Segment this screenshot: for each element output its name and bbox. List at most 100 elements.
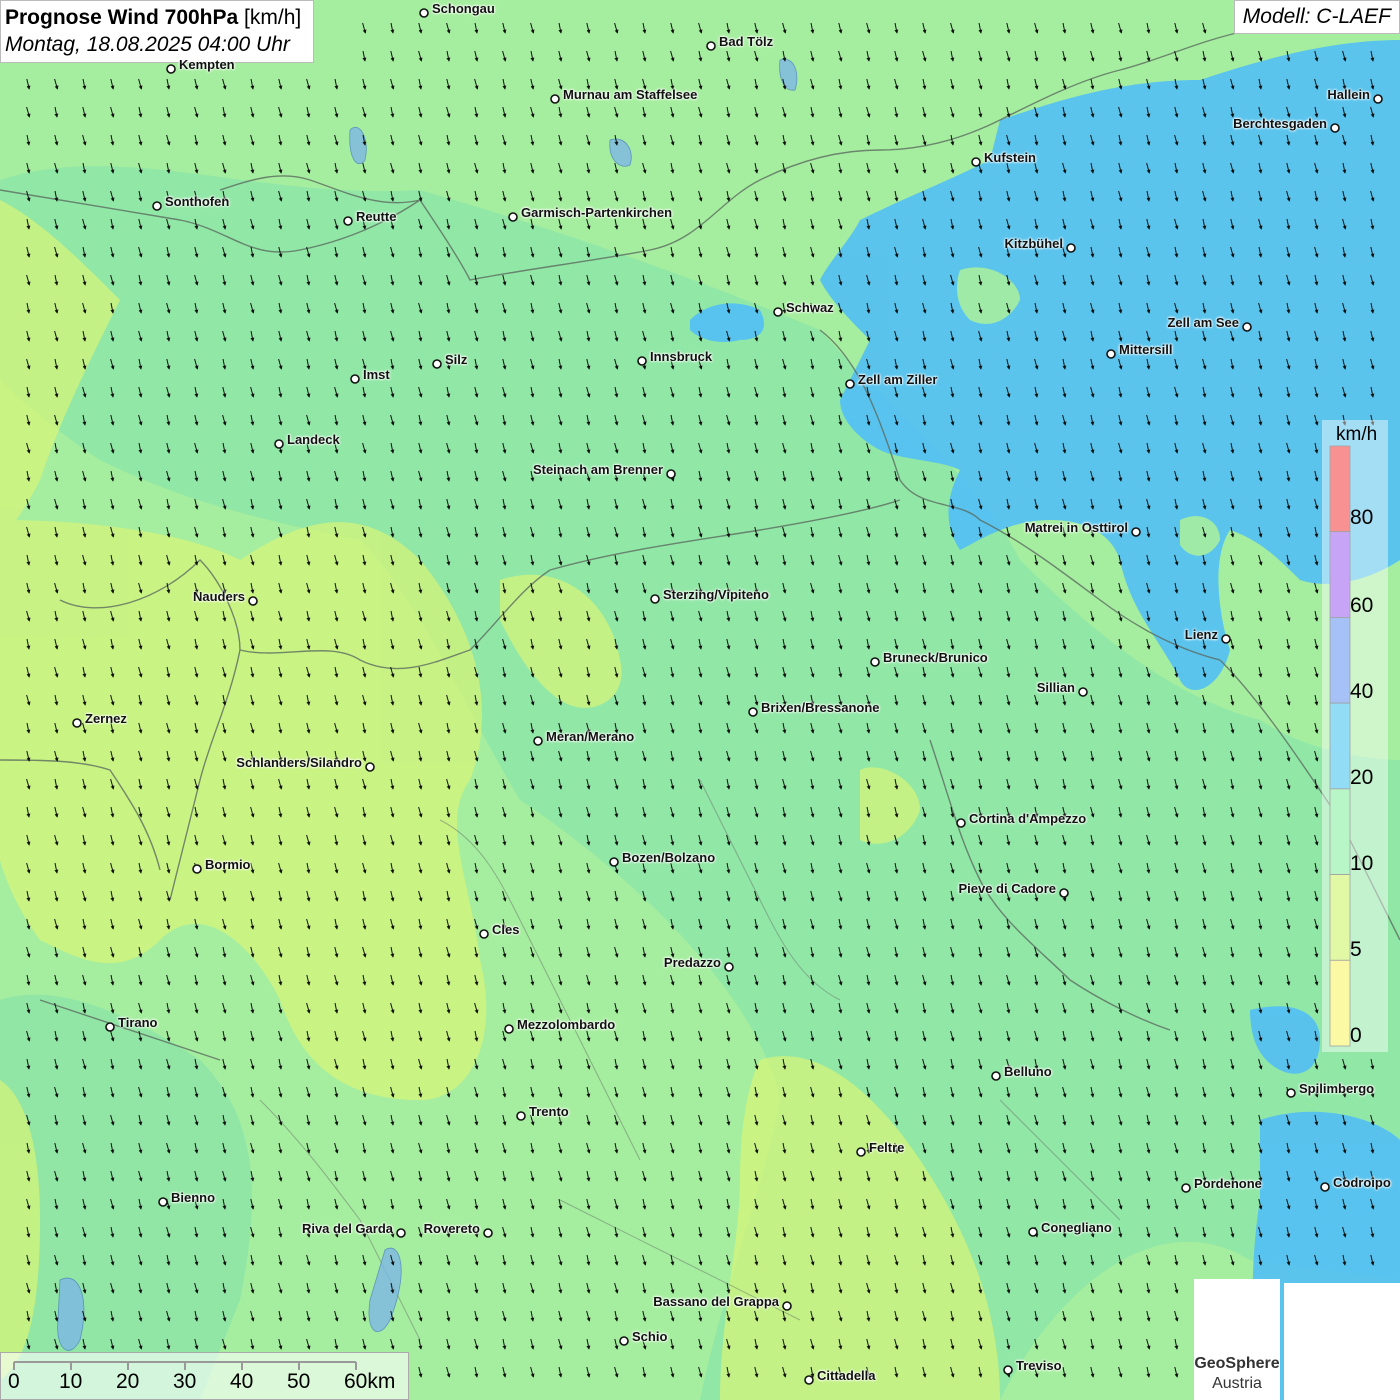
city-marker	[971, 157, 981, 167]
map-title: Prognose Wind 700hPa [km/h]	[5, 6, 302, 29]
model-label: Modell: C-LAEF	[1233, 0, 1400, 34]
city-label: Pieve di Cadore	[958, 881, 1056, 896]
city-marker	[432, 359, 442, 369]
city-label: Sonthofen	[165, 194, 230, 209]
geosphere-logo[interactable]: GeoSphere Austria	[1194, 1279, 1280, 1400]
city-label: Bozen/Bolzano	[622, 850, 716, 865]
city-label: Murnau am Staffelsee	[563, 87, 698, 102]
city-label: Matrei in Osttirol	[1024, 520, 1128, 535]
city-marker	[533, 736, 543, 746]
city-label: Reutte	[356, 209, 397, 224]
scalebar-label: 50	[287, 1370, 311, 1393]
scalebar-label: 40	[230, 1370, 254, 1393]
legend-label: 20	[1350, 766, 1374, 789]
city-label: Innsbruck	[650, 349, 713, 364]
city-marker	[508, 212, 518, 222]
city-label: Imst	[363, 367, 390, 382]
city-label: Berchtesgaden	[1233, 116, 1327, 131]
city-marker	[619, 1336, 629, 1346]
city-label: Riva del Garda	[301, 1221, 393, 1236]
city-marker	[152, 201, 162, 211]
city-marker	[856, 1147, 866, 1157]
city-label: Treviso	[1016, 1358, 1062, 1373]
city-marker	[419, 8, 429, 18]
city-label: Predazzo	[663, 955, 721, 970]
city-label: Pordenone	[1194, 1176, 1262, 1191]
city-marker	[105, 1022, 115, 1032]
city-marker	[956, 818, 966, 828]
city-marker	[1286, 1088, 1296, 1098]
city-marker	[1131, 527, 1141, 537]
city-marker	[1221, 634, 1231, 644]
city-marker	[158, 1197, 168, 1207]
city-marker	[365, 762, 375, 772]
city-marker	[550, 94, 560, 104]
city-label: Lienz	[1184, 627, 1218, 642]
city-label: Cles	[492, 922, 520, 937]
city-marker	[1242, 322, 1252, 332]
city-label: Trento	[529, 1104, 569, 1119]
legend-label: 0	[1350, 1024, 1362, 1047]
city-label: Zell am Ziller	[858, 372, 938, 387]
city-label: Bruneck/Brunico	[883, 650, 988, 665]
city-label: Schio	[632, 1329, 668, 1344]
city-label: Steinach am Brenner	[532, 462, 663, 477]
city-label: Schlanders/Silandro	[236, 755, 362, 770]
city-label: Schongau	[432, 1, 495, 16]
city-label: Bad Tölz	[719, 34, 774, 49]
city-label: Mittersill	[1119, 342, 1173, 357]
city-label: Mezzolombardo	[517, 1017, 616, 1032]
geosphere-logo-subtext: Austria	[1212, 1375, 1262, 1392]
city-label: Tirano	[118, 1015, 158, 1030]
map-datetime: Montag, 18.08.2025 04:00 Uhr	[5, 33, 290, 56]
city-marker	[650, 594, 660, 604]
city-marker	[870, 657, 880, 667]
city-marker	[1066, 243, 1076, 253]
city-label: Landeck	[287, 432, 340, 447]
city-label: Spilimbergo	[1299, 1081, 1375, 1096]
city-marker	[1330, 123, 1340, 133]
city-marker	[748, 707, 758, 717]
app-logo[interactable]	[1284, 1283, 1400, 1400]
city-marker	[1059, 888, 1069, 898]
city-marker	[274, 439, 284, 449]
city-label: Belluno	[1004, 1064, 1052, 1079]
city-marker	[637, 356, 647, 366]
city-marker	[724, 962, 734, 972]
city-marker	[1078, 687, 1088, 697]
city-label: Zell am See	[1167, 315, 1239, 330]
city-marker	[166, 64, 176, 74]
city-label: Rovereto	[423, 1221, 480, 1236]
city-marker	[192, 864, 202, 874]
city-marker	[1181, 1183, 1191, 1193]
city-label: Brixen/Bressanone	[761, 700, 880, 715]
legend-unit: km/h	[1336, 424, 1378, 445]
city-marker	[343, 216, 353, 226]
city-marker	[72, 718, 82, 728]
legend-label: 5	[1350, 938, 1362, 961]
city-label: Codroipo	[1333, 1175, 1391, 1190]
city-label: Bienno	[171, 1190, 216, 1205]
city-marker	[1320, 1182, 1330, 1192]
city-marker	[782, 1301, 792, 1311]
city-label: Sillian	[1036, 680, 1075, 695]
legend-label: 40	[1350, 680, 1374, 703]
city-marker	[350, 374, 360, 384]
city-label: Nauders	[192, 589, 245, 604]
city-marker	[396, 1228, 406, 1238]
city-label: Bormio	[205, 857, 251, 872]
city-marker	[609, 857, 619, 867]
city-label: Cittadella	[817, 1368, 876, 1383]
scalebar-label: 10	[59, 1370, 83, 1393]
geosphere-logo-text: GeoSphere	[1194, 1355, 1280, 1372]
city-marker	[845, 379, 855, 389]
city-marker	[991, 1071, 1001, 1081]
scalebar-label: 20	[116, 1370, 140, 1393]
city-marker	[1003, 1365, 1013, 1375]
city-marker	[516, 1111, 526, 1121]
city-marker	[1028, 1227, 1038, 1237]
city-marker	[666, 469, 676, 479]
city-label: Schwaz	[786, 300, 834, 315]
city-marker	[804, 1375, 814, 1385]
city-label: Kitzbühel	[1004, 236, 1064, 251]
